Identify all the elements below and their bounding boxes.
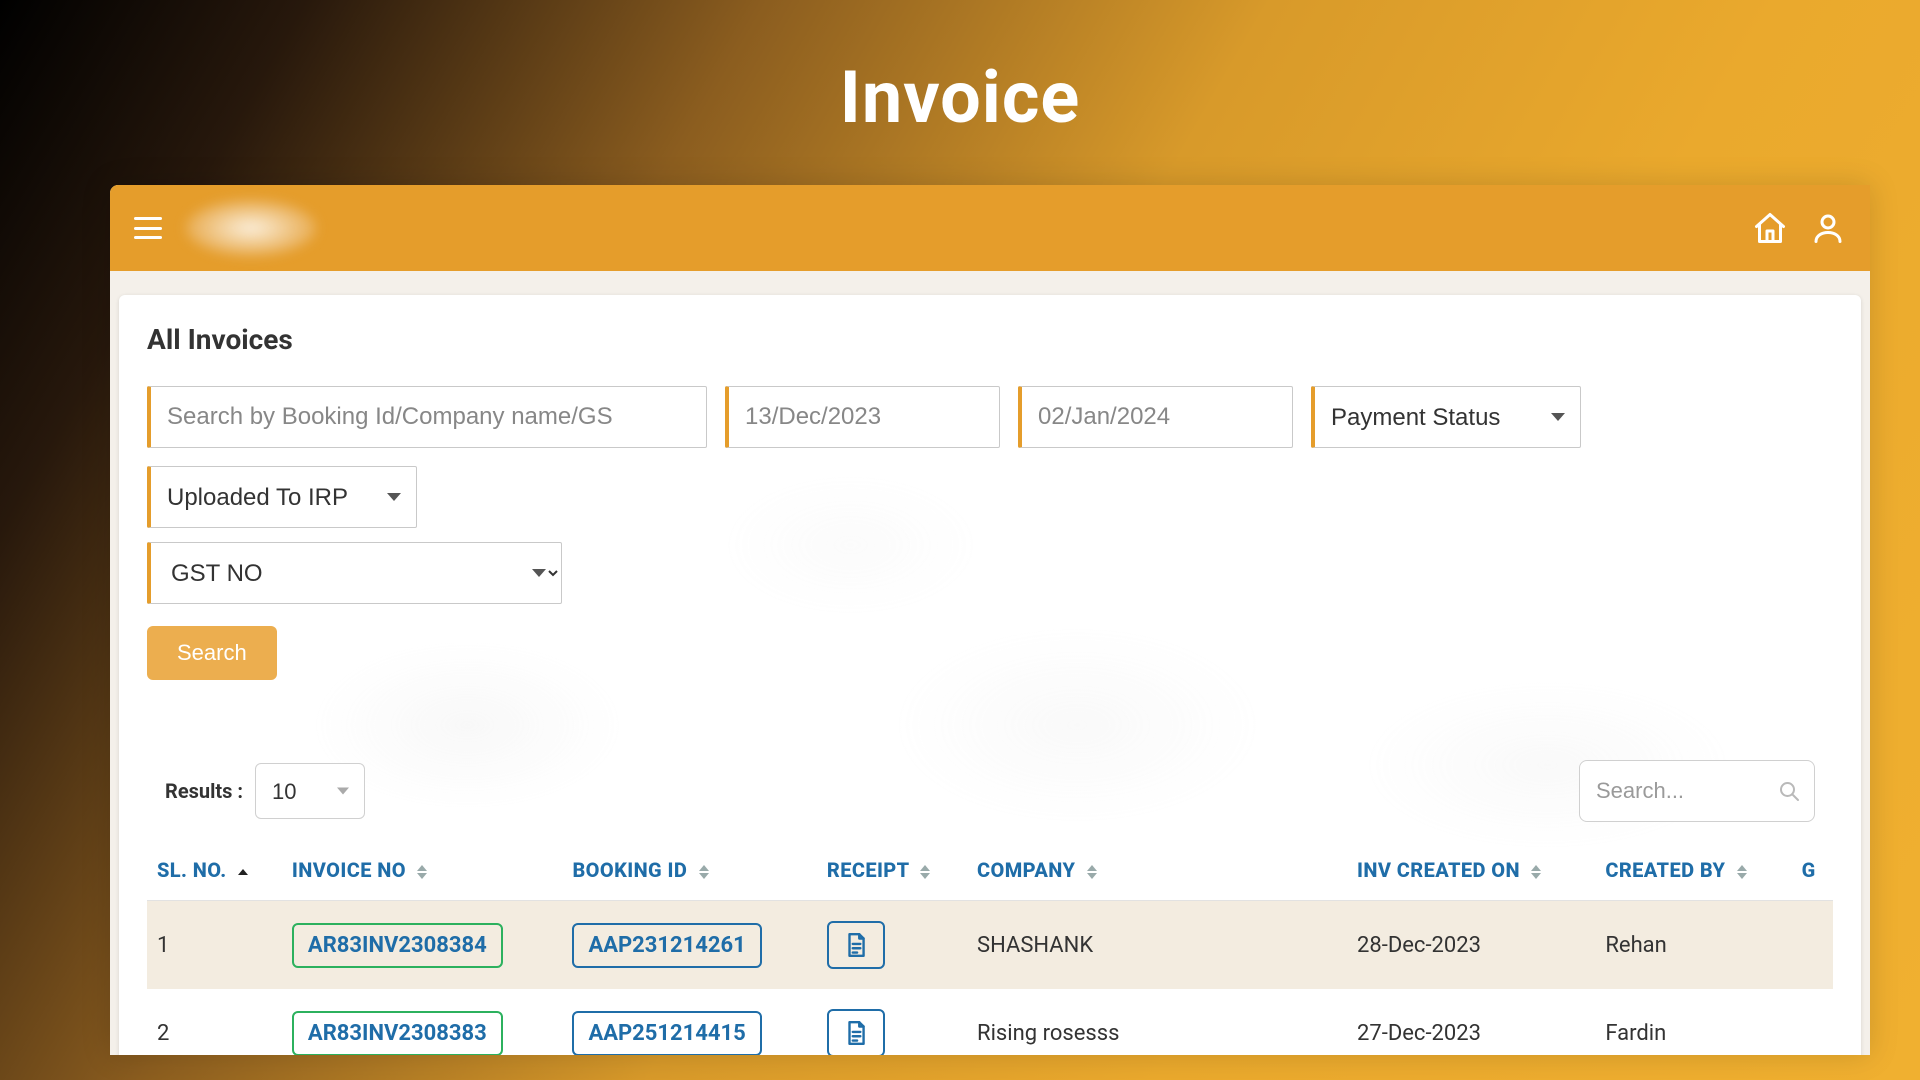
filter-row-2: GST NO: [147, 542, 1833, 604]
table-row: 2 AR83INV2308383 AAP251214415 Rising ros…: [147, 989, 1833, 1055]
date-from-input[interactable]: [725, 386, 1000, 448]
panel-title: All Invoices: [147, 323, 1833, 356]
cell-sl: 2: [147, 989, 282, 1055]
col-created-on[interactable]: INV CREATED ON: [1347, 840, 1595, 901]
cell-created-on: 28-Dec-2023: [1347, 901, 1595, 990]
cell-invoice: AR83INV2308384: [282, 901, 563, 990]
cell-company: Rising rosesss: [967, 989, 1347, 1055]
invoices-table: SL. NO. INVOICE NO BOOKING ID RECEI: [147, 840, 1833, 1055]
results-per-page-select[interactable]: 10: [255, 763, 365, 819]
search-icon: [1777, 779, 1801, 803]
col-sl[interactable]: SL. NO.: [147, 840, 282, 901]
logo: [186, 200, 316, 256]
search-button[interactable]: Search: [147, 626, 277, 680]
receipt-document-icon[interactable]: [827, 1009, 885, 1055]
table-controls: Results : 10: [147, 760, 1833, 822]
sort-icon: [699, 865, 709, 879]
sort-icon: [920, 865, 930, 879]
cell-invoice: AR83INV2308383: [282, 989, 563, 1055]
sort-asc-icon: [238, 869, 248, 875]
uploaded-to-irp-select[interactable]: Uploaded To IRP: [147, 466, 417, 528]
sort-icon: [417, 865, 427, 879]
receipt-document-icon[interactable]: [827, 921, 885, 969]
app-bar: [110, 185, 1870, 271]
content-area: All Invoices Payment Status Uploaded To …: [110, 271, 1870, 1055]
date-to-input[interactable]: [1018, 386, 1293, 448]
cell-receipt: [817, 989, 967, 1055]
results-label: Results :: [165, 779, 243, 803]
col-company[interactable]: COMPANY: [967, 840, 1347, 901]
sort-icon: [1531, 865, 1541, 879]
app-window: All Invoices Payment Status Uploaded To …: [110, 185, 1870, 1055]
booking-link[interactable]: AAP251214415: [572, 1011, 761, 1056]
cell-booking: AAP251214415: [562, 989, 816, 1055]
col-receipt[interactable]: RECEIPT: [817, 840, 967, 901]
cell-created-on: 27-Dec-2023: [1347, 989, 1595, 1055]
filter-row-1: Payment Status Uploaded To IRP: [147, 386, 1833, 528]
cell-receipt: [817, 901, 967, 990]
col-invoice[interactable]: INVOICE NO: [282, 840, 563, 901]
home-icon[interactable]: [1752, 210, 1788, 246]
booking-link[interactable]: AAP231214261: [572, 923, 761, 968]
cell-sl: 1: [147, 901, 282, 990]
sort-icon: [1087, 865, 1097, 879]
sort-icon: [1737, 865, 1747, 879]
page-title: Invoice: [0, 0, 1920, 185]
table-row: 1 AR83INV2308384 AAP231214261 SHASHANK 2…: [147, 901, 1833, 990]
gst-no-select[interactable]: GST NO: [147, 542, 562, 604]
cell-created-by: Fardin: [1595, 989, 1791, 1055]
cell-created-by: Rehan: [1595, 901, 1791, 990]
cell-company: SHASHANK: [967, 901, 1347, 990]
invoice-link[interactable]: AR83INV2308384: [292, 923, 503, 968]
search-input[interactable]: [147, 386, 707, 448]
invoice-link[interactable]: AR83INV2308383: [292, 1011, 503, 1056]
cell-extra: [1792, 989, 1833, 1055]
payment-status-select[interactable]: Payment Status: [1311, 386, 1581, 448]
cell-extra: [1792, 901, 1833, 990]
col-extra[interactable]: G: [1792, 840, 1833, 901]
col-created-by[interactable]: CREATED BY: [1595, 840, 1791, 901]
col-booking[interactable]: BOOKING ID: [562, 840, 816, 901]
user-icon[interactable]: [1810, 210, 1846, 246]
hamburger-icon[interactable]: [134, 217, 162, 239]
invoices-panel: All Invoices Payment Status Uploaded To …: [119, 295, 1861, 1055]
cell-booking: AAP231214261: [562, 901, 816, 990]
